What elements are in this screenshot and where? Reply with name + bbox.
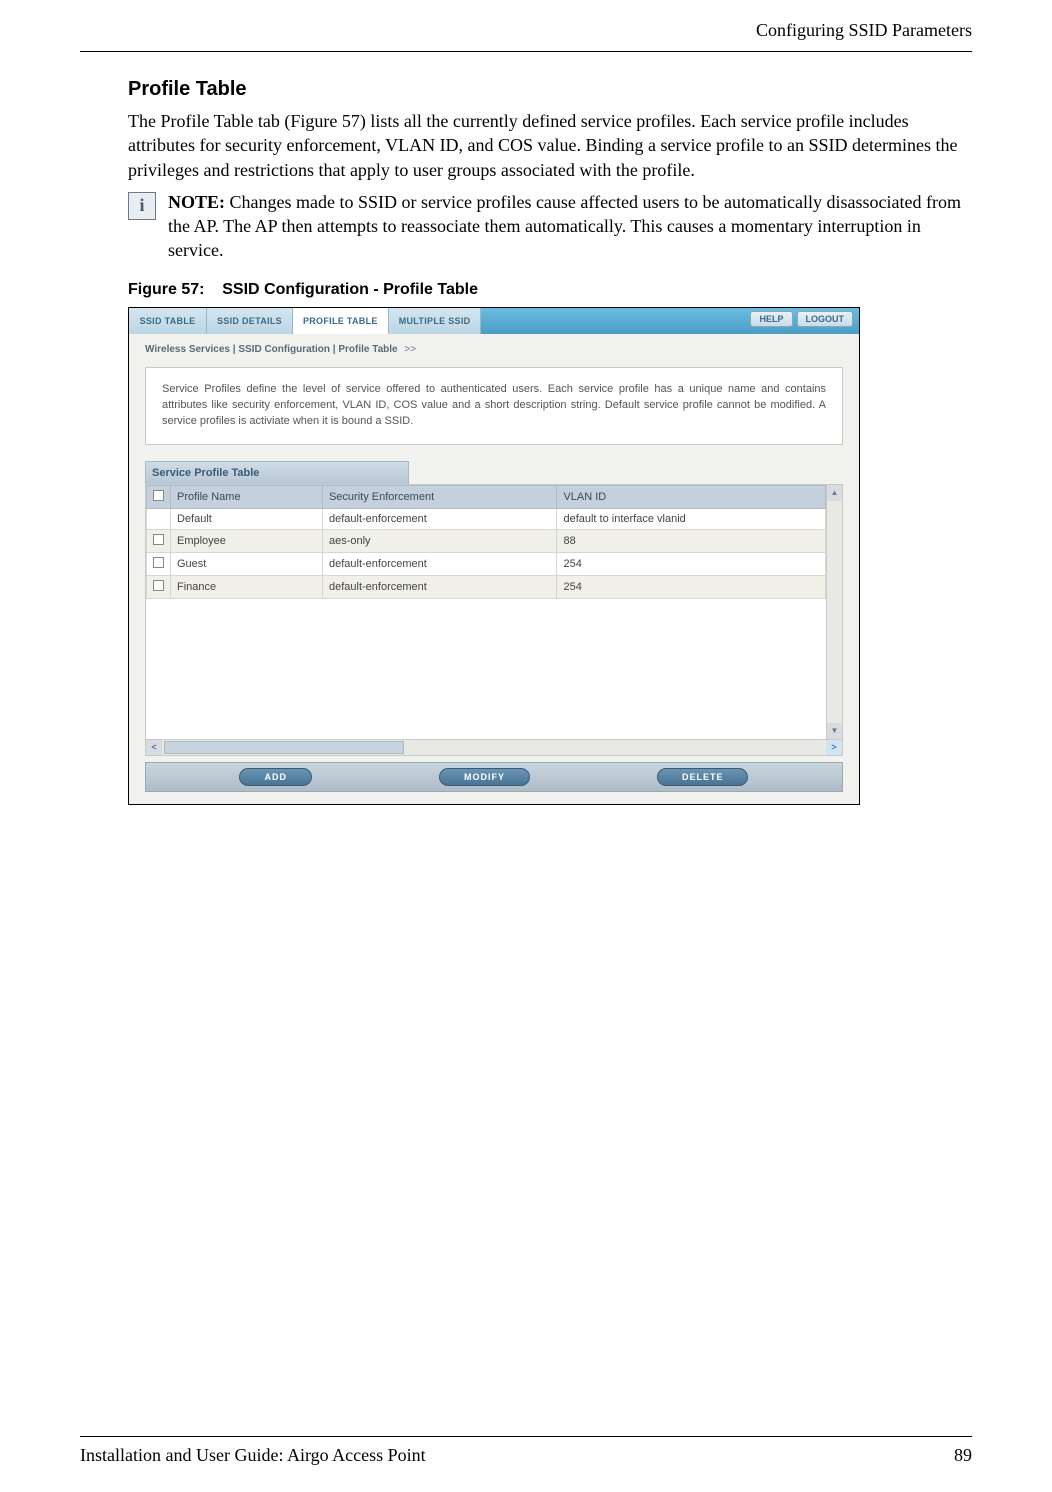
row-checkbox[interactable]	[153, 557, 164, 568]
tab-multiple-ssid[interactable]: MULTIPLE SSID	[389, 308, 482, 334]
row-checkbox-cell	[147, 575, 171, 598]
tab-profile-table[interactable]: PROFILE TABLE	[293, 308, 389, 334]
note-label: NOTE:	[168, 192, 225, 212]
delete-button[interactable]: DELETE	[657, 768, 749, 786]
scroll-down-icon[interactable]: ▼	[827, 723, 842, 739]
breadcrumb-path: Wireless Services | SSID Configuration |…	[145, 344, 398, 355]
scrollbar-thumb[interactable]	[164, 741, 404, 754]
figure-caption: Figure 57: SSID Configuration - Profile …	[128, 281, 972, 299]
row-checkbox[interactable]	[153, 534, 164, 545]
add-button[interactable]: ADD	[239, 768, 312, 786]
table-container: Profile Name Security Enforcement VLAN I…	[145, 484, 827, 740]
note-body: Changes made to SSID or service profiles…	[168, 192, 961, 261]
col-security-enforcement: Security Enforcement	[322, 485, 556, 508]
help-button[interactable]: HELP	[750, 311, 792, 327]
table-row[interactable]: Finance default-enforcement 254	[147, 575, 826, 598]
scroll-left-icon[interactable]: <	[146, 740, 162, 755]
cell-vlan: 88	[557, 529, 826, 552]
cell-profile-name: Employee	[171, 529, 323, 552]
cell-vlan: default to interface vlanid	[557, 508, 826, 529]
cell-vlan: 254	[557, 575, 826, 598]
tab-bar: SSID TABLE SSID DETAILS PROFILE TABLE MU…	[129, 308, 859, 334]
screenshot-panel: SSID TABLE SSID DETAILS PROFILE TABLE MU…	[128, 307, 860, 805]
row-checkbox[interactable]	[153, 580, 164, 591]
table-row[interactable]: Default default-enforcement default to i…	[147, 508, 826, 529]
service-profile-table: Profile Name Security Enforcement VLAN I…	[146, 485, 826, 599]
table-row[interactable]: Guest default-enforcement 254	[147, 552, 826, 575]
horizontal-scrollbar[interactable]: < >	[145, 740, 843, 756]
figure-title: SSID Configuration - Profile Table	[222, 281, 478, 298]
scroll-right-icon[interactable]: >	[826, 740, 842, 755]
cell-security: default-enforcement	[322, 508, 556, 529]
breadcrumb: Wireless Services | SSID Configuration |…	[129, 334, 859, 363]
cell-profile-name: Default	[171, 508, 323, 529]
logout-button[interactable]: LOGOUT	[797, 311, 854, 327]
col-vlan-id: VLAN ID	[557, 485, 826, 508]
col-profile-name: Profile Name	[171, 485, 323, 508]
scroll-up-icon[interactable]: ▲	[827, 485, 842, 501]
footer-left: Installation and User Guide: Airgo Acces…	[80, 1445, 426, 1466]
cell-profile-name: Guest	[171, 552, 323, 575]
table-row[interactable]: Employee aes-only 88	[147, 529, 826, 552]
row-checkbox-cell	[147, 529, 171, 552]
running-header: Configuring SSID Parameters	[80, 20, 972, 52]
row-checkbox-cell	[147, 508, 171, 529]
section-body: The Profile Table tab (Figure 57) lists …	[128, 109, 972, 182]
table-title: Service Profile Table	[145, 461, 409, 484]
page-number: 89	[954, 1445, 972, 1466]
note-text: NOTE: Changes made to SSID or service pr…	[168, 190, 972, 263]
cell-security: aes-only	[322, 529, 556, 552]
select-all-checkbox[interactable]	[153, 490, 164, 501]
note-block: NOTE: Changes made to SSID or service pr…	[128, 190, 972, 263]
modify-button[interactable]: MODIFY	[439, 768, 530, 786]
cell-vlan: 254	[557, 552, 826, 575]
tab-ssid-table[interactable]: SSID TABLE	[129, 308, 207, 334]
description-panel: Service Profiles define the level of ser…	[145, 367, 843, 445]
info-icon	[128, 192, 156, 220]
cell-profile-name: Finance	[171, 575, 323, 598]
table-empty-area	[146, 599, 826, 739]
row-checkbox-cell	[147, 552, 171, 575]
cell-security: default-enforcement	[322, 575, 556, 598]
section-title: Profile Table	[128, 78, 972, 101]
cell-security: default-enforcement	[322, 552, 556, 575]
breadcrumb-arrow-icon: >>	[404, 344, 416, 355]
vertical-scrollbar[interactable]: ▲ ▼	[827, 484, 843, 740]
tab-ssid-details[interactable]: SSID DETAILS	[207, 308, 293, 334]
figure-number: Figure 57:	[128, 281, 204, 298]
page-footer: Installation and User Guide: Airgo Acces…	[80, 1436, 972, 1466]
action-bar: ADD MODIFY DELETE	[145, 762, 843, 792]
header-checkbox-cell	[147, 485, 171, 508]
